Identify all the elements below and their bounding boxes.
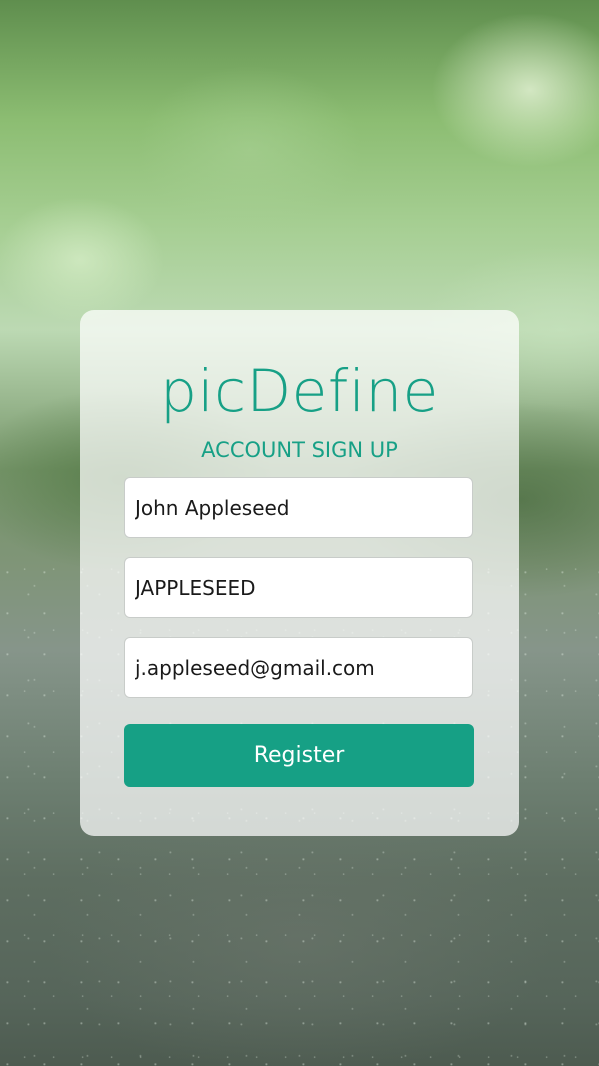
email-field[interactable]: [124, 637, 473, 698]
register-button[interactable]: Register: [124, 724, 474, 787]
full-name-field[interactable]: [124, 477, 473, 538]
app-logo-title: picDefine: [160, 357, 439, 425]
username-field[interactable]: [124, 557, 473, 618]
page-subtitle: ACCOUNT SIGN UP: [201, 438, 398, 462]
